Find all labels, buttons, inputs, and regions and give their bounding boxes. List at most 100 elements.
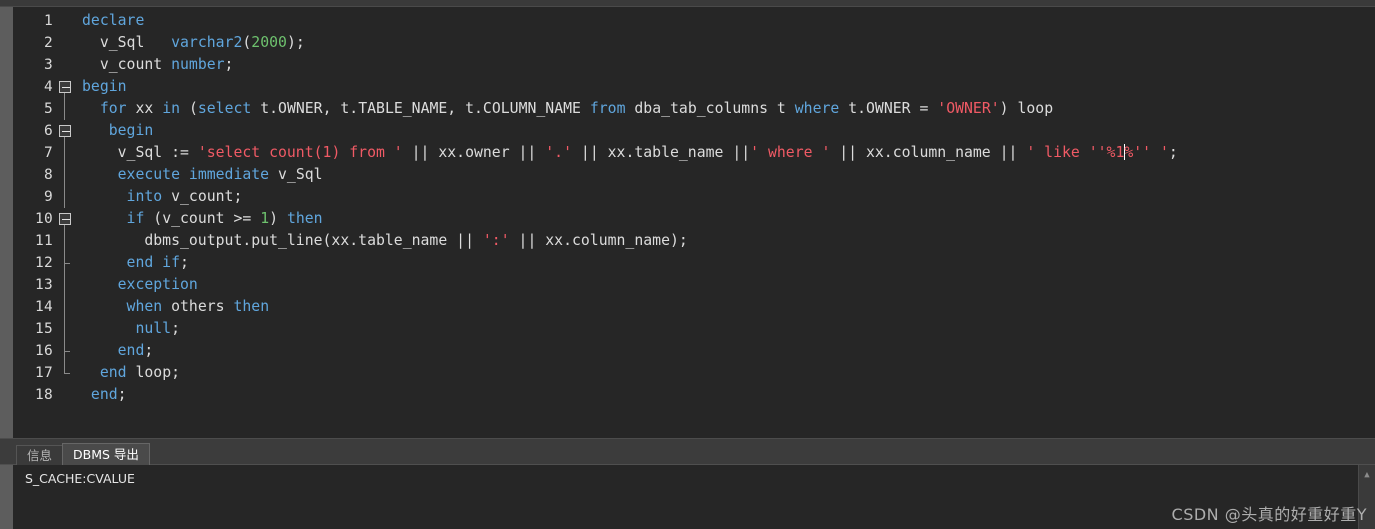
- code-token: 'OWNER': [937, 100, 1000, 117]
- fold-guide-line: [64, 318, 65, 340]
- dbms-output-area[interactable]: S_CACHE:CVALUE: [13, 465, 1358, 529]
- line-number: 10: [34, 211, 53, 227]
- line-number: 3: [43, 57, 53, 73]
- line-number: 13: [34, 277, 53, 293]
- code-line[interactable]: v_Sql varchar2(2000);: [82, 32, 1375, 54]
- code-token: for: [99, 100, 127, 117]
- fold-collapse-icon[interactable]: [59, 81, 71, 93]
- code-line[interactable]: end;: [82, 340, 1375, 362]
- code-token: ;: [117, 386, 127, 403]
- code-line[interactable]: declare: [82, 10, 1375, 32]
- code-line[interactable]: end;: [82, 384, 1375, 406]
- fold-collapse-icon[interactable]: [59, 213, 71, 225]
- fold-toggle[interactable]: [57, 208, 76, 230]
- code-token: %'' ': [1124, 144, 1169, 161]
- fold-collapse-icon[interactable]: [59, 125, 71, 137]
- code-token: end: [99, 364, 127, 381]
- output-left-rail: [0, 465, 13, 529]
- code-line[interactable]: exception: [82, 274, 1375, 296]
- code-token: exception: [117, 276, 198, 293]
- code-text-area[interactable]: declare v_Sql varchar2(2000); v_count nu…: [76, 7, 1375, 438]
- fold-guide: [57, 340, 76, 362]
- code-token: v_count: [82, 56, 172, 73]
- code-token: (: [242, 34, 252, 51]
- code-line[interactable]: when others then: [82, 296, 1375, 318]
- code-token: ;: [144, 342, 154, 359]
- code-line[interactable]: end loop;: [82, 362, 1375, 384]
- line-number: 7: [43, 145, 53, 161]
- output-tab-2[interactable]: DBMS 导出: [62, 443, 150, 465]
- fold-end-tick: [64, 263, 70, 264]
- fold-toggle[interactable]: [57, 76, 76, 98]
- code-token: ;: [180, 254, 189, 271]
- code-token: || xx.table_name ||: [572, 144, 751, 161]
- code-token: end: [117, 342, 145, 359]
- fold-guide: [57, 274, 76, 296]
- fold-guide: [57, 296, 76, 318]
- code-token: || xx.column_name ||: [830, 144, 1027, 161]
- code-line[interactable]: null;: [82, 318, 1375, 340]
- code-token: others: [162, 298, 234, 315]
- plsql-editor-window: 1 2 3 4 5 6 7 8 9 10 11 12 13 14 15 16 17 18 declare v_Sq…: [0, 0, 1375, 529]
- code-token: ): [269, 210, 287, 227]
- editor-body[interactable]: 1 2 3 4 5 6 7 8 9 10 11 12 13 14 15 16 17 18 declare v_Sq…: [13, 7, 1375, 438]
- line-number-gutter: 1 2 3 4 5 6 7 8 9 10 11 12 13 14 15 16 17 18: [13, 7, 57, 438]
- code-line[interactable]: into v_count;: [82, 186, 1375, 208]
- code-token: ':': [482, 232, 510, 249]
- fold-guide: [57, 142, 76, 164]
- line-number: 8: [43, 167, 53, 183]
- sql-editor-region: 1 2 3 4 5 6 7 8 9 10 11 12 13 14 15 16 17 18 declare v_Sq…: [0, 7, 1375, 438]
- fold-end-tick: [64, 351, 70, 352]
- line-number: 14: [34, 299, 53, 315]
- code-token: (: [180, 100, 198, 117]
- code-token: begin: [82, 78, 127, 95]
- code-token: dba_tab_columns t: [625, 100, 795, 117]
- code-line[interactable]: end if;: [82, 252, 1375, 274]
- line-number: 17: [34, 365, 53, 381]
- code-line[interactable]: execute immediate v_Sql: [82, 164, 1375, 186]
- output-scrollbar[interactable]: ▲: [1358, 465, 1375, 529]
- fold-guide: [57, 186, 76, 208]
- fold-toggle[interactable]: [57, 120, 76, 142]
- code-token: if: [126, 210, 145, 227]
- code-token: ;: [224, 56, 234, 73]
- code-token: number: [171, 56, 225, 73]
- code-line[interactable]: begin: [82, 76, 1375, 98]
- output-tab-1[interactable]: 信息: [16, 445, 64, 465]
- fold-guide-line: [64, 362, 65, 373]
- code-token: t.OWNER =: [839, 100, 938, 117]
- code-line[interactable]: begin: [82, 120, 1375, 142]
- code-line[interactable]: if (v_count >= 1) then: [82, 208, 1375, 230]
- fold-guide: [57, 252, 76, 274]
- fold-end-tick: [64, 373, 70, 374]
- code-line[interactable]: dbms_output.put_line(xx.table_name || ':…: [82, 230, 1375, 252]
- line-number: 11: [34, 233, 53, 249]
- line-number: 9: [43, 189, 53, 205]
- code-token: ;: [171, 320, 181, 337]
- code-line[interactable]: v_count number;: [82, 54, 1375, 76]
- code-token: ' where ': [750, 144, 831, 161]
- code-line[interactable]: for xx in (select t.OWNER, t.TABLE_NAME,…: [82, 98, 1375, 120]
- fold-guide: [57, 362, 76, 384]
- code-line[interactable]: v_Sql := 'select count(1) from ' || xx.o…: [82, 142, 1375, 164]
- code-token: end if: [126, 254, 180, 271]
- code-token: ) loop: [999, 100, 1054, 117]
- window-top-strip: [0, 0, 1375, 7]
- code-token: xx: [126, 100, 163, 117]
- code-token: 1: [260, 210, 270, 227]
- code-token: v_Sql: [82, 34, 172, 51]
- output-tabstrip[interactable]: 信息 DBMS 导出: [0, 439, 1375, 465]
- code-token: (v_count >=: [144, 210, 261, 227]
- fold-guide-line: [64, 230, 65, 252]
- output-panel: 信息 DBMS 导出 S_CACHE:CVALUE ▲ CSDN @头真的好重好重…: [0, 438, 1375, 529]
- output-text-line: S_CACHE:CVALUE: [25, 471, 135, 486]
- line-number: 1: [43, 13, 53, 29]
- code-token: '.': [545, 144, 572, 161]
- code-fold-column[interactable]: [57, 7, 76, 438]
- chevron-up-icon[interactable]: ▲: [1359, 467, 1375, 483]
